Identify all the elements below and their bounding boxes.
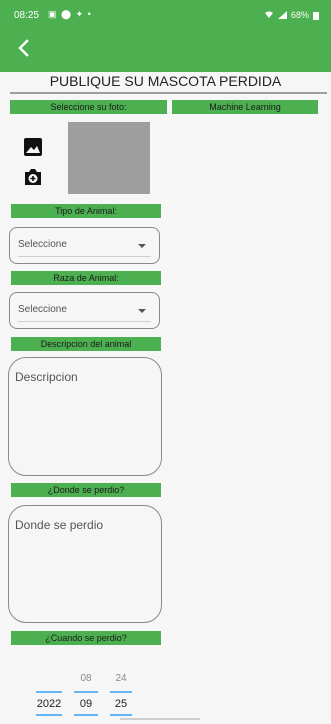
battery-icon [313, 11, 319, 20]
status-time: 08:25 [14, 10, 40, 21]
back-arrow-icon[interactable] [12, 36, 36, 60]
title-divider [10, 92, 327, 94]
camera-add-icon[interactable] [22, 166, 44, 188]
app-bar: 08:25 ▣ ⬤ ✦ • 68% [0, 0, 331, 72]
day-rule-bottom [110, 714, 132, 716]
where-lost-label: ¿Donde se perdio? [11, 483, 161, 497]
animal-breed-value: Seleccione [18, 304, 67, 315]
month-rule-top [74, 691, 98, 693]
status-right: 68% [264, 10, 319, 20]
date-day-column[interactable]: 24 25 [110, 673, 132, 716]
animal-type-value: Seleccione [18, 239, 67, 250]
day-selected: 25 [114, 698, 128, 710]
gallery-image-icon[interactable] [22, 136, 44, 158]
status-notification-icons: ▣ ⬤ ✦ • [48, 9, 92, 19]
description-placeholder: Descripcion [15, 370, 78, 384]
home-indicator [120, 718, 200, 720]
battery-percent: 68% [290, 10, 309, 20]
month-rule-bottom [74, 714, 98, 716]
day-rule-top [110, 691, 132, 693]
date-year-column[interactable]: 2022 [36, 673, 62, 716]
animal-type-label: Tipo de Animal: [11, 204, 161, 218]
year-rule-bottom [36, 714, 62, 716]
animal-type-dropdown[interactable]: Seleccione [9, 227, 160, 264]
where-lost-placeholder: Donde se perdio [15, 518, 104, 532]
dropdown-caret-icon [138, 309, 146, 313]
month-selected: 09 [79, 698, 93, 710]
description-label: Descripcion del animal [11, 337, 161, 351]
when-lost-label: ¿Cuando se perdio? [11, 631, 161, 645]
machine-learning-label: Machine Learning [172, 100, 318, 114]
month-above: 08 [80, 673, 92, 684]
where-lost-textarea[interactable]: Donde se perdio [8, 505, 162, 623]
year-rule-top [36, 691, 62, 693]
animal-breed-label: Raza de Animal: [11, 271, 161, 285]
photo-preview[interactable] [68, 122, 150, 194]
wifi-icon [264, 11, 273, 18]
animal-breed-dropdown[interactable]: Seleccione [9, 292, 160, 329]
dropdown-caret-icon [138, 244, 146, 248]
dropdown-underline [18, 256, 151, 257]
photo-label: Seleccione su foto: [10, 100, 167, 114]
day-above: 24 [115, 673, 127, 684]
date-month-column[interactable]: 08 09 [74, 673, 98, 716]
page-title: PUBLIQUE SU MASCOTA PERDIDA [49, 73, 282, 89]
signal-icon [277, 11, 287, 19]
year-selected: 2022 [36, 698, 62, 710]
description-textarea[interactable]: Descripcion [8, 357, 162, 476]
year-above [36, 673, 62, 684]
dropdown-underline [18, 321, 151, 322]
